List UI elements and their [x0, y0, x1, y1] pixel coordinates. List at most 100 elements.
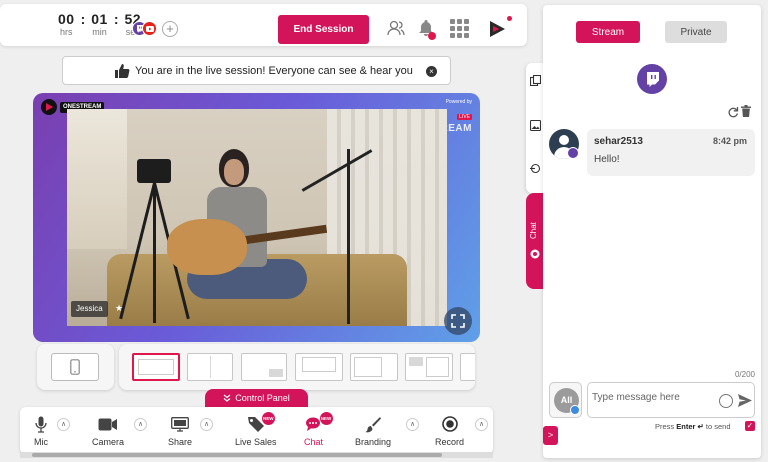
enter-to-send-hint: Press Enter ↵ to send: [655, 422, 731, 431]
layout-split[interactable]: [187, 353, 233, 381]
control-panel: Mic ∧ Camera ∧ Share ∧ NEW Live Sales NE…: [20, 407, 493, 454]
transition-icon[interactable]: [530, 163, 541, 174]
layout-sidebar[interactable]: [350, 353, 398, 381]
share-control[interactable]: Share: [168, 415, 192, 447]
camera-icon: [98, 418, 117, 430]
layout-framed[interactable]: [295, 353, 343, 381]
layout-main-right[interactable]: [405, 353, 453, 381]
twitch-platform-icon[interactable]: [637, 64, 667, 94]
share-options-chevron-icon[interactable]: ∧: [200, 418, 213, 431]
control-panel-label: Control Panel: [235, 393, 290, 403]
timer-separator: :: [80, 11, 86, 27]
timer-minutes-label: min: [92, 27, 107, 37]
record-label: Record: [435, 437, 465, 447]
timer-separator: :: [113, 11, 119, 27]
new-badge: NEW: [261, 412, 275, 425]
copy-icon[interactable]: [530, 75, 541, 86]
tab-stream[interactable]: Stream: [576, 21, 640, 43]
message-time: 8:42 pm: [712, 136, 747, 146]
pin-icon[interactable]: ★: [115, 303, 123, 314]
chat-panel: Stream Private sehar2513 8:42 pm Hello! …: [543, 5, 761, 458]
character-counter: 0/200: [734, 370, 755, 379]
layout-more[interactable]: [460, 353, 475, 381]
press-key: Enter ↵: [676, 422, 704, 431]
share-screen-icon: [171, 416, 189, 432]
chat-control[interactable]: NEW Chat: [304, 412, 333, 447]
tab-private[interactable]: Private: [665, 21, 727, 43]
live-badge: LIVE: [457, 114, 472, 120]
share-label: Share: [168, 437, 193, 447]
record-icon: [441, 416, 458, 432]
add-channel-icon[interactable]: +: [162, 21, 178, 37]
guest-name-tag: Jessica: [71, 301, 108, 317]
layout-picture-in-picture[interactable]: [241, 353, 287, 381]
camera-feed: [67, 109, 447, 326]
layout-selector: [119, 344, 475, 390]
youtube-channel-icon[interactable]: [142, 21, 157, 36]
chat-side-tab-label: Chat: [529, 222, 538, 239]
message-composer: [587, 382, 755, 418]
powered-by-text: Powered by: [445, 99, 472, 105]
logo-status-dot: [507, 16, 512, 21]
thumbs-up-icon: [115, 63, 130, 78]
emoji-icon[interactable]: [719, 394, 733, 408]
layout-single[interactable]: [132, 353, 180, 381]
camera-options-chevron-icon[interactable]: ∧: [134, 418, 147, 431]
top-bar: 00hrs : 01min : 52sec + End Session: [0, 4, 527, 46]
press-suffix: to send: [705, 422, 731, 431]
timer-minutes: 01: [91, 11, 108, 27]
refresh-icon[interactable]: [727, 106, 739, 118]
side-tools: [526, 63, 544, 193]
horizontal-scrollbar[interactable]: [20, 452, 493, 458]
expand-panel-button[interactable]: >: [543, 426, 558, 445]
record-control[interactable]: Record: [435, 415, 464, 447]
timer-hours: 00: [58, 11, 75, 27]
session-timer: 00hrs : 01min : 52sec: [58, 11, 141, 38]
press-prefix: Press: [655, 422, 675, 431]
notice-text: You are in the live session! Everyone ca…: [135, 64, 413, 77]
end-session-button[interactable]: End Session: [278, 15, 369, 44]
broadcast-stage: ONESTREAM Powered by LIVE ONESTREAM Jess…: [33, 93, 480, 342]
branding-control[interactable]: Branding: [355, 415, 391, 447]
trash-icon[interactable]: [741, 105, 751, 117]
control-panel-tab[interactable]: Control Panel: [205, 389, 308, 407]
branding-options-chevron-icon[interactable]: ∧: [406, 418, 419, 431]
tripod-camera: [137, 159, 171, 183]
mic-stand: [347, 149, 350, 324]
apps-grid-icon[interactable]: [450, 19, 469, 38]
brush-icon: [365, 416, 382, 432]
mic-label: Mic: [34, 437, 48, 447]
recipient-selector[interactable]: All: [549, 382, 582, 418]
send-icon[interactable]: [738, 394, 752, 407]
new-badge: NEW: [319, 412, 333, 425]
notice-close-icon[interactable]: ×: [426, 66, 437, 77]
camera-control[interactable]: Camera: [92, 415, 124, 447]
onestream-logo-icon[interactable]: [487, 19, 507, 39]
live-sales-label: Live Sales: [235, 437, 277, 447]
timer-hours-label: hrs: [60, 27, 73, 37]
fullscreen-icon[interactable]: [444, 307, 472, 335]
enter-to-send-checkbox[interactable]: ✓: [745, 421, 755, 431]
mic-control[interactable]: Mic: [34, 415, 48, 447]
camera-label: Camera: [92, 437, 125, 447]
notification-dot: [428, 32, 436, 40]
microphone-icon: [35, 416, 47, 433]
chat-bubble-icon: [530, 249, 540, 259]
chat-side-tab[interactable]: Chat: [526, 193, 544, 289]
message-text: Hello!: [594, 154, 620, 165]
guests-icon[interactable]: [386, 18, 406, 38]
mobile-layout-toggle[interactable]: [37, 344, 114, 390]
message-input[interactable]: [592, 392, 712, 403]
live-sales-control[interactable]: NEW Live Sales: [235, 412, 277, 447]
double-chevron-down-icon: [223, 394, 231, 402]
chat-message: sehar2513 8:42 pm Hello!: [587, 129, 755, 176]
mic-options-chevron-icon[interactable]: ∧: [57, 418, 70, 431]
phone-icon: [70, 359, 80, 375]
message-username: sehar2513: [594, 136, 643, 147]
shelf-background: [67, 109, 127, 249]
chat-label: Chat: [304, 437, 324, 447]
twitch-source-icon: [567, 147, 579, 159]
image-icon[interactable]: [530, 120, 541, 131]
branding-label: Branding: [355, 437, 392, 447]
record-options-chevron-icon[interactable]: ∧: [475, 418, 488, 431]
